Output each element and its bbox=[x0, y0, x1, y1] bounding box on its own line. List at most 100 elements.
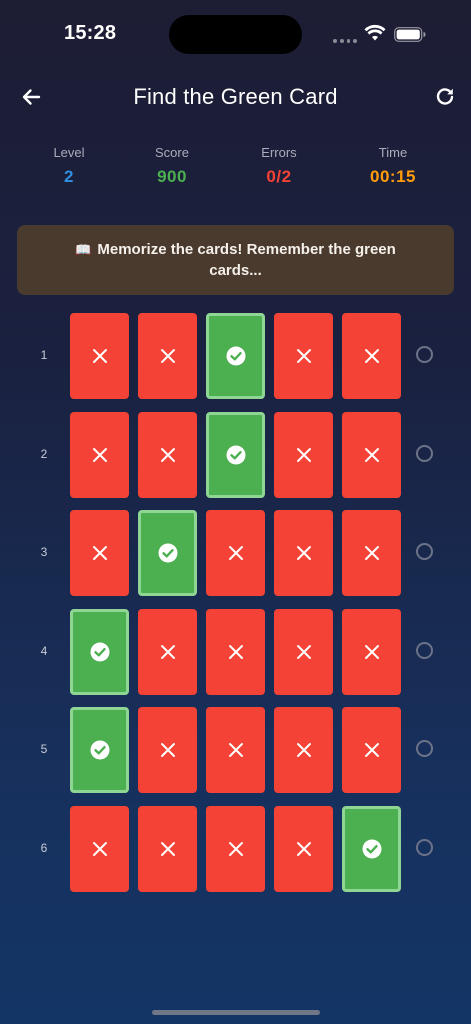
red-card[interactable] bbox=[274, 510, 333, 596]
red-card[interactable] bbox=[206, 608, 265, 695]
row-select-radio[interactable] bbox=[416, 346, 433, 363]
red-card[interactable] bbox=[274, 707, 333, 793]
green-card[interactable] bbox=[342, 805, 401, 892]
row-number-label: 6 bbox=[40, 840, 48, 855]
x-mark-icon bbox=[160, 447, 175, 462]
red-card[interactable] bbox=[138, 707, 197, 793]
row-select-radio[interactable] bbox=[416, 740, 433, 757]
green-card[interactable] bbox=[70, 608, 129, 695]
red-card[interactable] bbox=[138, 313, 197, 399]
stats-bar: Level 2 Score 900 Errors 0/2 Time 00:15 bbox=[0, 145, 471, 195]
x-mark-icon bbox=[364, 743, 379, 757]
green-card[interactable] bbox=[206, 313, 265, 399]
x-mark-icon bbox=[296, 349, 311, 363]
check-circle-icon bbox=[158, 543, 177, 563]
errors-value: 0/2 bbox=[266, 167, 292, 186]
card-row: 2 bbox=[0, 411, 471, 498]
row-number-label: 4 bbox=[40, 643, 48, 658]
x-mark-icon bbox=[160, 644, 175, 659]
x-mark-icon bbox=[160, 349, 175, 363]
x-mark-icon bbox=[364, 546, 379, 560]
x-mark-icon bbox=[364, 349, 379, 363]
row-number-label: 3 bbox=[40, 545, 48, 559]
red-card[interactable] bbox=[342, 608, 401, 695]
card-row: 3 bbox=[0, 509, 471, 596]
level-value: 2 bbox=[64, 167, 74, 186]
row-number-label: 1 bbox=[40, 348, 48, 362]
x-mark-icon bbox=[296, 743, 311, 757]
x-mark-icon bbox=[364, 644, 379, 659]
refresh-icon bbox=[436, 88, 454, 105]
red-card[interactable] bbox=[342, 707, 401, 793]
x-mark-icon bbox=[228, 644, 243, 659]
red-card[interactable] bbox=[206, 707, 265, 793]
x-mark-icon bbox=[296, 841, 311, 856]
refresh-button[interactable] bbox=[430, 82, 460, 112]
level-label: Level bbox=[53, 145, 85, 160]
book-icon: 📖 bbox=[75, 242, 92, 257]
time-label: Time bbox=[378, 145, 408, 160]
red-card[interactable] bbox=[70, 411, 129, 498]
stat-time: Time 00:15 bbox=[348, 145, 438, 187]
red-card[interactable] bbox=[70, 313, 129, 399]
instruction-banner: 📖 Memorize the cards! Remember the green … bbox=[17, 225, 454, 295]
stat-errors: Errors 0/2 bbox=[234, 145, 324, 187]
check-circle-icon bbox=[90, 740, 109, 760]
x-mark-icon bbox=[92, 546, 107, 560]
status-time: 15:28 bbox=[64, 22, 117, 44]
check-circle-icon bbox=[362, 839, 381, 858]
red-card[interactable] bbox=[274, 411, 333, 498]
red-card[interactable] bbox=[342, 313, 401, 399]
green-card[interactable] bbox=[206, 411, 265, 498]
row-number-label: 5 bbox=[40, 742, 48, 756]
score-value: 900 bbox=[157, 167, 187, 186]
status-bar: 15:28 bbox=[0, 0, 471, 70]
x-mark-icon bbox=[296, 644, 311, 659]
stat-level: Level 2 bbox=[24, 145, 114, 187]
red-card[interactable] bbox=[274, 608, 333, 695]
card-row: 6 bbox=[0, 805, 471, 892]
red-card[interactable] bbox=[138, 411, 197, 498]
stat-score: Score 900 bbox=[127, 145, 217, 187]
red-card[interactable] bbox=[342, 411, 401, 498]
red-card[interactable] bbox=[342, 510, 401, 596]
x-mark-icon bbox=[92, 447, 107, 462]
x-mark-icon bbox=[228, 743, 243, 757]
card-row: 5 bbox=[0, 706, 471, 793]
score-label: Score bbox=[155, 145, 189, 160]
red-card[interactable] bbox=[206, 510, 265, 596]
green-card[interactable] bbox=[138, 510, 197, 596]
errors-label: Errors bbox=[261, 145, 297, 160]
x-mark-icon bbox=[228, 546, 243, 560]
app-bar: Find the Green Card bbox=[0, 76, 471, 120]
x-mark-icon bbox=[228, 841, 243, 856]
x-mark-icon bbox=[364, 447, 379, 462]
card-row: 4 bbox=[0, 608, 471, 695]
red-card[interactable] bbox=[70, 805, 129, 892]
green-card[interactable] bbox=[70, 707, 129, 793]
row-select-radio[interactable] bbox=[416, 838, 433, 856]
red-card[interactable] bbox=[274, 805, 333, 892]
red-card[interactable] bbox=[70, 510, 129, 596]
time-value: 00:15 bbox=[370, 167, 416, 186]
check-circle-icon bbox=[226, 346, 245, 366]
x-mark-icon bbox=[296, 447, 311, 462]
page-title: Find the Green Card bbox=[133, 84, 338, 109]
x-mark-icon bbox=[160, 743, 175, 757]
home-indicator bbox=[152, 1010, 320, 1015]
battery-icon bbox=[394, 27, 426, 42]
red-card[interactable] bbox=[274, 313, 333, 399]
row-select-radio[interactable] bbox=[416, 444, 433, 462]
red-card[interactable] bbox=[138, 608, 197, 695]
dynamic-island bbox=[169, 15, 302, 54]
cellular-signal-icon bbox=[333, 38, 357, 44]
wifi-icon bbox=[364, 24, 386, 41]
red-card[interactable] bbox=[206, 805, 265, 892]
row-select-radio[interactable] bbox=[416, 543, 433, 560]
card-row: 1 bbox=[0, 312, 471, 399]
row-select-radio[interactable] bbox=[416, 641, 433, 659]
check-circle-icon bbox=[226, 445, 245, 464]
red-card[interactable] bbox=[138, 805, 197, 892]
x-mark-icon bbox=[92, 841, 107, 856]
x-mark-icon bbox=[92, 349, 107, 363]
